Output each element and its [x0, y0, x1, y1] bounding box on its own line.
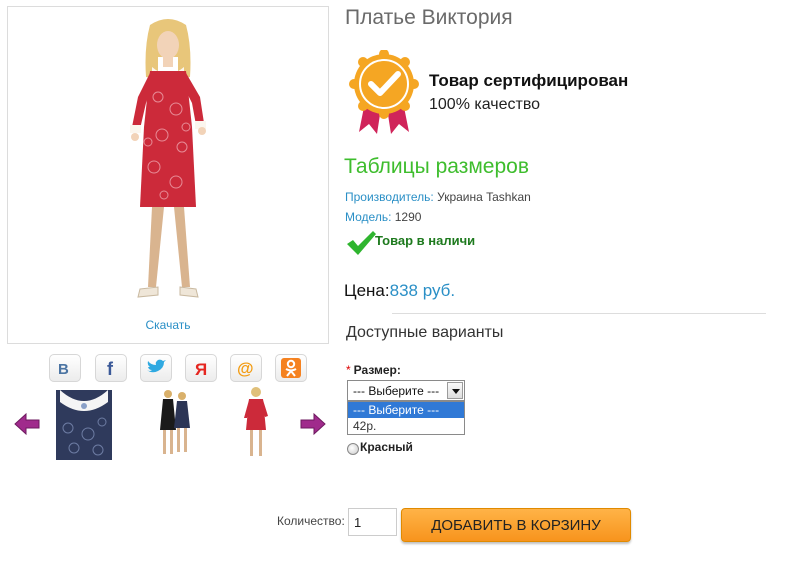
size-label: * Размер:	[346, 363, 401, 377]
size-select[interactable]: --- Выберите ---	[347, 380, 465, 401]
facebook-icon[interactable]: f	[95, 354, 127, 382]
model-value: 1290	[394, 210, 422, 224]
price-label: Цена:	[344, 281, 390, 300]
manufacturer-label[interactable]: Производитель:	[345, 190, 434, 204]
arrow-right-icon[interactable]	[300, 412, 326, 436]
svg-text:@: @	[237, 359, 254, 378]
stock-status-text: Товар в наличи	[375, 233, 476, 248]
model-row: Модель: 1290	[345, 210, 421, 224]
size-option-42[interactable]: 42р.	[348, 418, 464, 434]
manufacturer-row: Производитель: Украина Tashkan	[345, 190, 531, 204]
add-to-cart-button[interactable]: ДОБАВИТЬ В КОРЗИНУ	[401, 508, 631, 542]
manufacturer-value: Украина Tashkan	[437, 190, 531, 204]
product-title: Платье Виктория	[345, 6, 513, 29]
divider	[392, 313, 766, 314]
chevron-down-icon[interactable]	[447, 382, 463, 399]
size-table-link[interactable]: Таблицы размеров	[344, 155, 529, 179]
required-mark: *	[346, 363, 351, 377]
checkmark-icon	[347, 231, 376, 255]
size-dropdown-list: --- Выберите --- 42р.	[347, 401, 465, 435]
svg-text:Я: Я	[195, 360, 207, 378]
model-label: Модель:	[345, 210, 392, 224]
thumbnail-carousel	[12, 384, 332, 464]
certified-badge-icon	[349, 50, 419, 134]
quantity-label: Количество:	[277, 514, 345, 528]
svg-text:f: f	[107, 359, 114, 378]
mail-icon[interactable]: @	[230, 354, 262, 382]
odnoklassniki-icon[interactable]	[275, 354, 307, 382]
certified-subtitle: 100% качество	[429, 96, 541, 113]
quantity-input[interactable]	[348, 508, 397, 536]
vk-icon[interactable]: B	[49, 354, 81, 382]
main-product-image[interactable]: Скачать	[7, 6, 329, 344]
price-value: 838 руб.	[389, 281, 456, 300]
product-photo	[130, 19, 206, 298]
color-radio[interactable]	[347, 443, 359, 455]
arrow-left-icon[interactable]	[14, 412, 40, 436]
thumbnail-lace-collar[interactable]	[54, 384, 114, 462]
price: Цена:838 руб.	[344, 281, 455, 301]
download-link[interactable]: Скачать	[8, 318, 328, 332]
twitter-icon[interactable]	[140, 354, 172, 382]
color-option-label: Красный	[360, 440, 413, 454]
svg-text:B: B	[58, 361, 69, 377]
size-select-value: --- Выберите ---	[353, 384, 440, 398]
thumbnail-red-dress[interactable]	[226, 384, 286, 462]
size-label-text: Размер:	[353, 363, 401, 377]
yandex-icon[interactable]: Я	[185, 354, 217, 382]
certified-title: Товар сертифицирован	[429, 71, 629, 90]
thumbnail-two-girls[interactable]	[144, 384, 204, 462]
options-title: Доступные варианты	[346, 324, 504, 341]
size-option-placeholder[interactable]: --- Выберите ---	[348, 402, 464, 418]
